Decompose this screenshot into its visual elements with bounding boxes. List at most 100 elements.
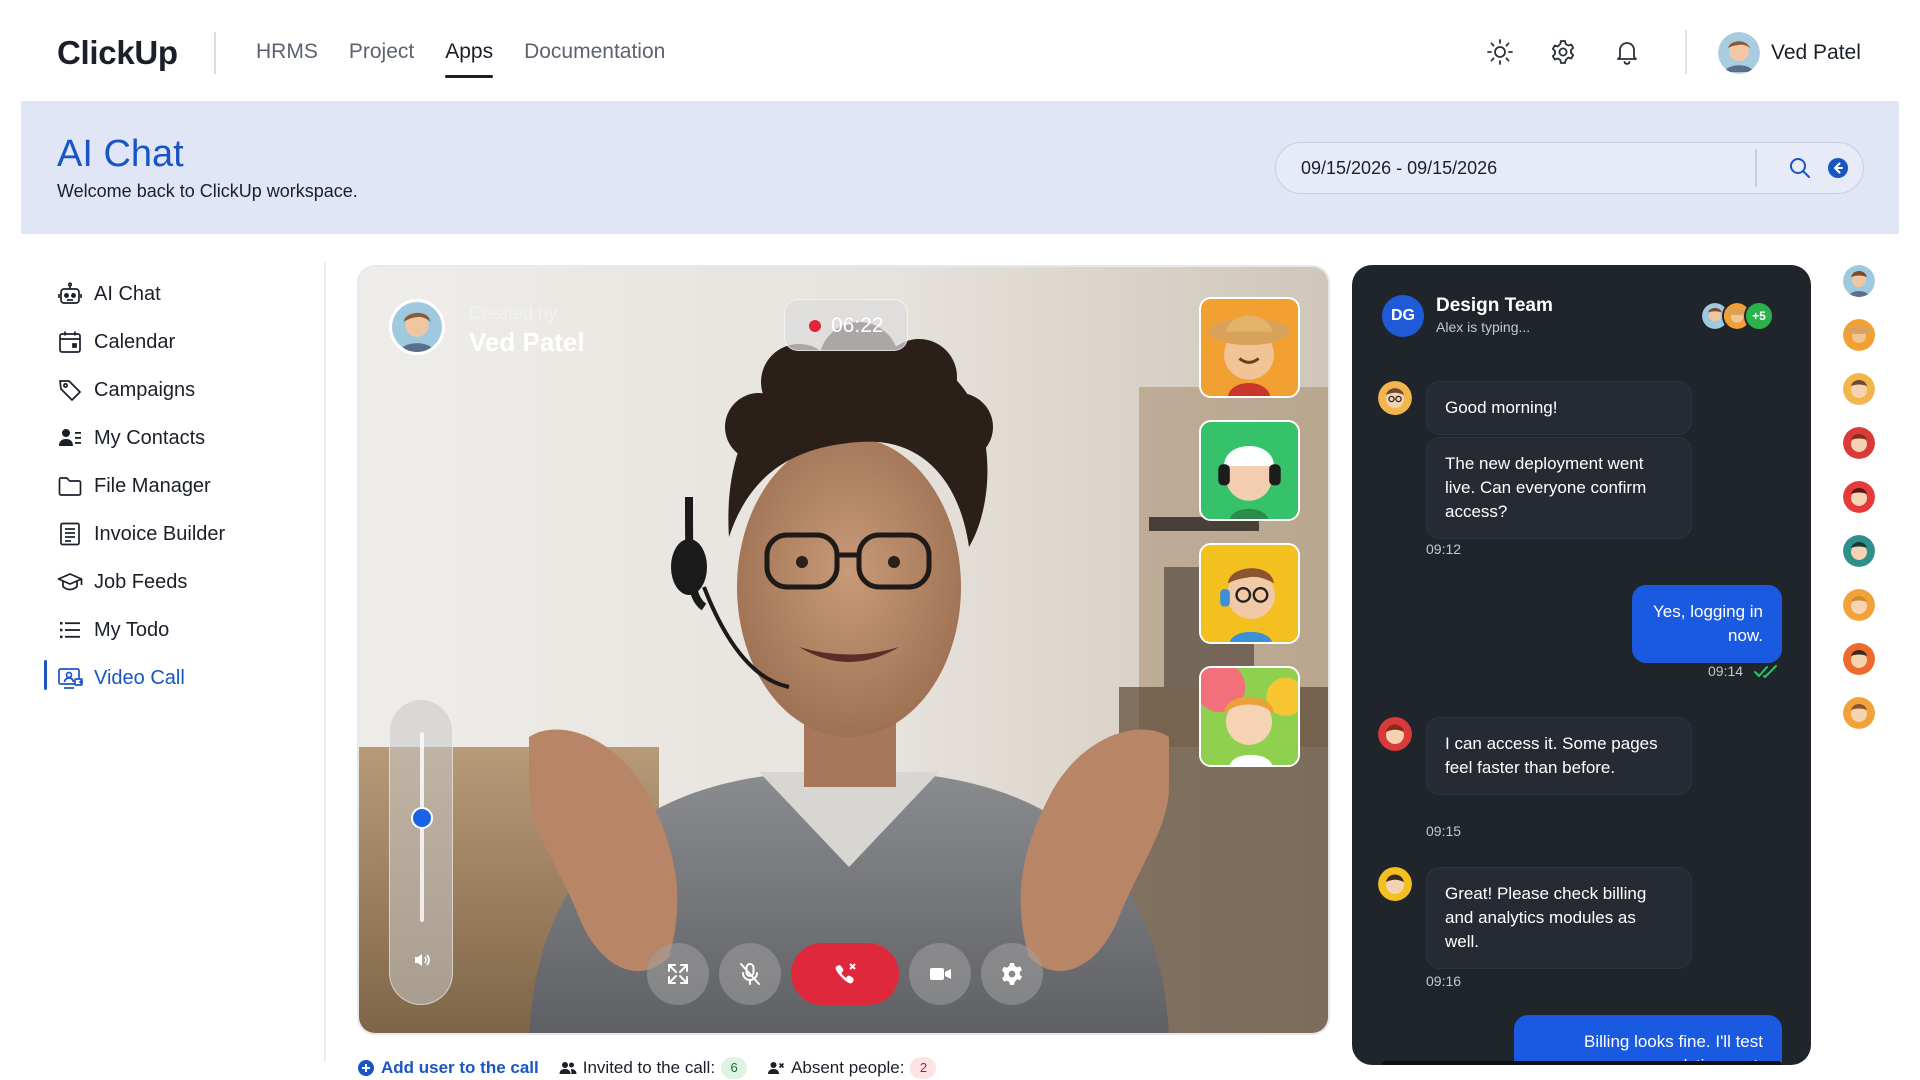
end-call-button[interactable] (791, 943, 899, 1005)
sidebar-item-calendar[interactable]: Calendar (44, 322, 304, 362)
member-stack[interactable]: +5 (1700, 301, 1784, 333)
date-divider (1755, 149, 1757, 187)
user-x-icon (767, 1059, 785, 1077)
sidebar-item-label: Job Feeds (94, 570, 188, 593)
page-subtitle: Welcome back to ClickUp workspace. (57, 181, 358, 201)
contact-avatar[interactable] (1843, 535, 1875, 567)
volume-knob[interactable] (411, 806, 433, 829)
sidebar-item-label: AI Chat (94, 282, 161, 305)
participant-thumbnail[interactable] (1199, 297, 1300, 398)
sender-avatar (1378, 867, 1412, 901)
message-time: 09:12 (1426, 541, 1462, 557)
mic-off-icon (737, 961, 763, 987)
gear-icon[interactable] (1549, 38, 1577, 66)
sidebar-item-label: Calendar (94, 330, 176, 353)
graduation-cap-icon (56, 568, 84, 596)
chat-panel: DG Design Team Alex is typing... +5 Good… (1352, 265, 1811, 1065)
brand-logo[interactable]: ClickUp (57, 34, 178, 72)
absent-stat: Absent people: 2 (767, 1057, 937, 1079)
expand-icon (665, 961, 691, 987)
recording-dot-icon (809, 320, 821, 332)
sidebar-item-label: Invoice Builder (94, 522, 226, 545)
speaker-icon[interactable] (412, 950, 432, 970)
top-nav: HRMS Project Apps Documentation (256, 40, 665, 78)
chat-message: The new deployment went live. Can everyo… (1426, 437, 1692, 539)
nav-documentation[interactable]: Documentation (524, 40, 665, 64)
more-members-badge[interactable]: +5 (1744, 301, 1774, 331)
sun-icon[interactable] (1486, 38, 1514, 66)
contact-avatar[interactable] (1843, 481, 1875, 513)
chat-title: Design Team (1436, 295, 1553, 316)
sidebar-item-file-manager[interactable]: File Manager (44, 466, 304, 506)
app-root: ClickUp HRMS Project Apps Documentation (0, 0, 1920, 1080)
contact-avatar[interactable] (1843, 265, 1875, 297)
user-name[interactable]: Ved Patel (1771, 41, 1861, 65)
robot-icon (56, 280, 84, 308)
sidebar-item-job-feeds[interactable]: Job Feeds (44, 562, 304, 602)
date-range-value[interactable]: 09/15/2026 - 09/15/2026 (1301, 158, 1497, 179)
participant-thumbnail[interactable] (1199, 543, 1300, 644)
creator-name: Ved Patel (469, 327, 585, 357)
chat-message: I can access it. Some pages feel faster … (1426, 717, 1692, 795)
invited-count-badge: 6 (721, 1057, 748, 1079)
chat-message-outgoing: Billing looks fine. I'll test analytics … (1514, 1015, 1782, 1065)
phone-hangup-icon (832, 961, 858, 987)
calendar-icon (56, 328, 84, 356)
fullscreen-button[interactable] (647, 943, 709, 1005)
list-icon (56, 616, 84, 644)
sidebar-item-ai-chat[interactable]: AI Chat (44, 274, 304, 314)
contact-avatar[interactable] (1843, 427, 1875, 459)
call-stats: Add user to the call Invited to the call… (357, 1056, 937, 1080)
arrow-left-circle-icon[interactable] (1827, 157, 1849, 179)
add-user-label: Add user to the call (381, 1058, 539, 1077)
folder-icon (56, 472, 84, 500)
absent-count-badge: 2 (910, 1057, 937, 1079)
contact-avatar[interactable] (1843, 373, 1875, 405)
camera-button[interactable] (909, 943, 971, 1005)
invoice-icon (56, 520, 84, 548)
chat-message: Good morning! (1426, 381, 1692, 435)
users-icon (559, 1059, 577, 1077)
call-timer: 06:22 (831, 314, 884, 337)
message-time: 09:15 (1426, 823, 1462, 839)
contact-avatar[interactable] (1843, 697, 1875, 729)
sender-avatar (1378, 311, 1412, 345)
sender-avatar (1378, 381, 1412, 415)
message-time: 09:14 (1708, 663, 1744, 679)
sidebar-item-campaigns[interactable]: Campaigns (44, 370, 304, 410)
participant-thumbnail[interactable] (1199, 666, 1300, 767)
video-stage[interactable]: Created by Ved Patel 06:22 (357, 265, 1330, 1035)
top-bar: ClickUp HRMS Project Apps Documentation (0, 0, 1920, 100)
mute-button[interactable] (719, 943, 781, 1005)
sidebar-item-label: Campaigns (94, 378, 196, 401)
user-avatar[interactable] (1718, 32, 1760, 74)
sidebar-item-my-todo[interactable]: My Todo (44, 610, 304, 650)
nav-apps[interactable]: Apps (445, 40, 493, 78)
contact-avatar[interactable] (1843, 589, 1875, 621)
add-user-button[interactable]: Add user to the call (357, 1058, 539, 1078)
date-range-picker[interactable]: 09/15/2026 - 09/15/2026 (1275, 142, 1864, 194)
contact-avatar[interactable] (1843, 643, 1875, 675)
bell-icon[interactable] (1613, 38, 1641, 66)
sidebar-item-invoice-builder[interactable]: Invoice Builder (44, 514, 304, 554)
sidebar-item-video-call[interactable]: Video Call (44, 658, 304, 698)
chat-message-outgoing: Yes, logging in now. (1632, 585, 1782, 663)
brand-divider (214, 32, 216, 74)
video-camera-icon (927, 961, 953, 987)
volume-slider[interactable] (389, 699, 453, 1005)
call-settings-button[interactable] (981, 943, 1043, 1005)
sidebar: AI Chat Calendar Campaigns My Contacts F… (0, 262, 325, 1062)
search-icon[interactable] (1788, 156, 1812, 180)
absent-label: Absent people: (791, 1058, 905, 1077)
contact-avatar[interactable] (1843, 319, 1875, 351)
sidebar-item-my-contacts[interactable]: My Contacts (44, 418, 304, 458)
nav-hrms[interactable]: HRMS (256, 40, 318, 64)
nav-project[interactable]: Project (349, 40, 414, 64)
participant-thumbnail[interactable] (1199, 420, 1300, 521)
message-time: 09:16 (1426, 973, 1462, 989)
user-divider (1685, 30, 1687, 74)
sidebar-item-label: File Manager (94, 474, 211, 497)
sidebar-item-label: My Todo (94, 618, 170, 641)
page-title: AI Chat (57, 133, 184, 175)
double-check-icon (1754, 665, 1778, 679)
